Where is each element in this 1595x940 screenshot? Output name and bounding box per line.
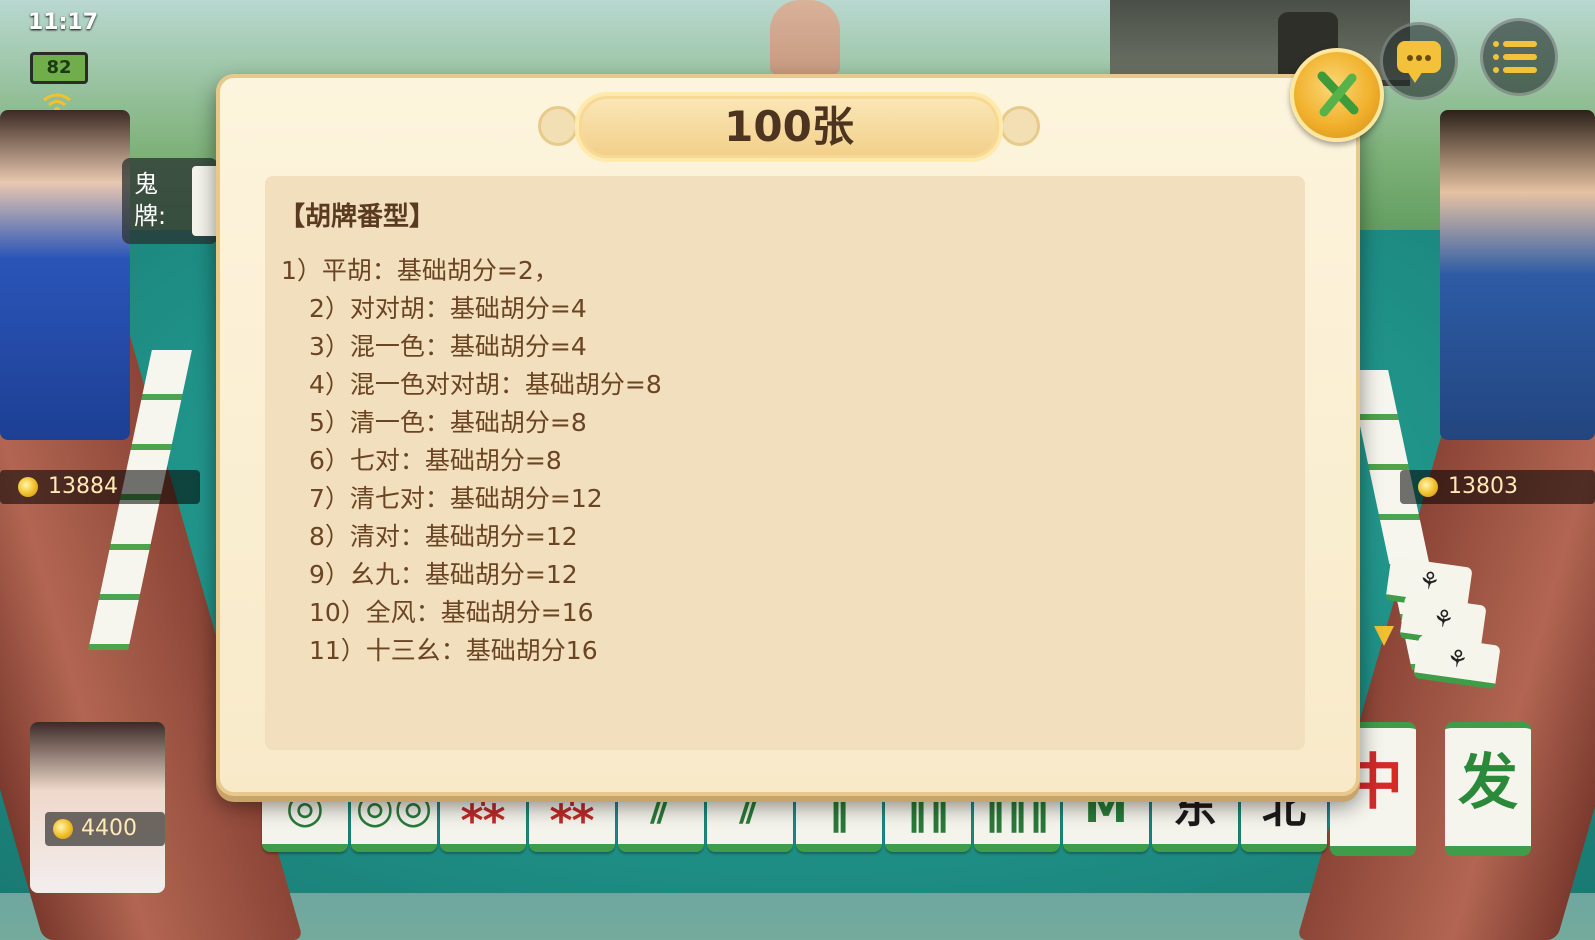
opponent-top-avatar[interactable] — [770, 0, 840, 74]
menu-button[interactable] — [1480, 18, 1558, 96]
rule-item: 2）对对胡：基础胡分=4 — [309, 294, 587, 323]
coin-icon — [53, 819, 73, 839]
rule-item: 8）清对：基础胡分=12 — [309, 522, 578, 551]
score-value: 13884 — [48, 474, 118, 499]
rule-item: 10）全风：基础胡分=16 — [309, 598, 594, 627]
score-value: 4400 — [81, 816, 137, 841]
chat-button[interactable] — [1380, 22, 1458, 100]
ghost-tile-label: 鬼牌: — [134, 170, 167, 230]
rule-item: 6）七对：基础胡分=8 — [309, 446, 562, 475]
coin-icon — [1418, 477, 1438, 497]
score-value: 13803 — [1448, 474, 1518, 499]
opponent-right-score: 13803 — [1400, 470, 1595, 504]
rule-item: 3）混一色：基础胡分=4 — [309, 332, 587, 361]
dialog-title-plate: 100张 — [575, 92, 1003, 162]
ghost-tile-panel: 鬼牌: — [122, 158, 226, 244]
rule-item: 4）混一色对对胡：基础胡分=8 — [309, 370, 662, 399]
rule-item: 7）清七对：基础胡分=12 — [309, 484, 603, 513]
rule-item: 11）十三幺：基础胡分16 — [309, 636, 598, 665]
opponent-left-avatar[interactable] — [0, 110, 130, 440]
rule-item: 1）平胡：基础胡分=2， — [281, 256, 559, 285]
close-icon — [1317, 71, 1359, 117]
dialog-title: 100张 — [724, 102, 854, 151]
player-avatar[interactable] — [30, 722, 165, 893]
opponent-left-score: 13884 — [0, 470, 200, 504]
battery-indicator: 82 — [30, 52, 88, 84]
coin-icon — [18, 477, 38, 497]
chat-icon — [1397, 41, 1441, 83]
opponent-right-avatar[interactable] — [1440, 110, 1595, 440]
rules-content: 【胡牌番型】 1）平胡：基础胡分=2， 2）对对胡：基础胡分=4 3）混一色：基… — [265, 176, 1305, 750]
close-button[interactable] — [1290, 48, 1384, 142]
player-score: 4400 — [45, 812, 165, 846]
section-heading: 【胡牌番型】 — [279, 202, 436, 232]
rules-dialog: 100张 【胡牌番型】 1）平胡：基础胡分=2， 2）对对胡：基础胡分=4 3）… — [216, 74, 1360, 796]
drawn-tile[interactable]: 发 — [1445, 722, 1531, 856]
title-ornament-left — [538, 106, 578, 146]
clock: 11:17 — [28, 10, 99, 35]
rule-item: 9）幺九：基础胡分=12 — [309, 560, 578, 589]
rule-item: 5）清一色：基础胡分=8 — [309, 408, 587, 437]
turn-arrow-icon — [1374, 626, 1394, 646]
title-ornament-right — [1000, 106, 1040, 146]
